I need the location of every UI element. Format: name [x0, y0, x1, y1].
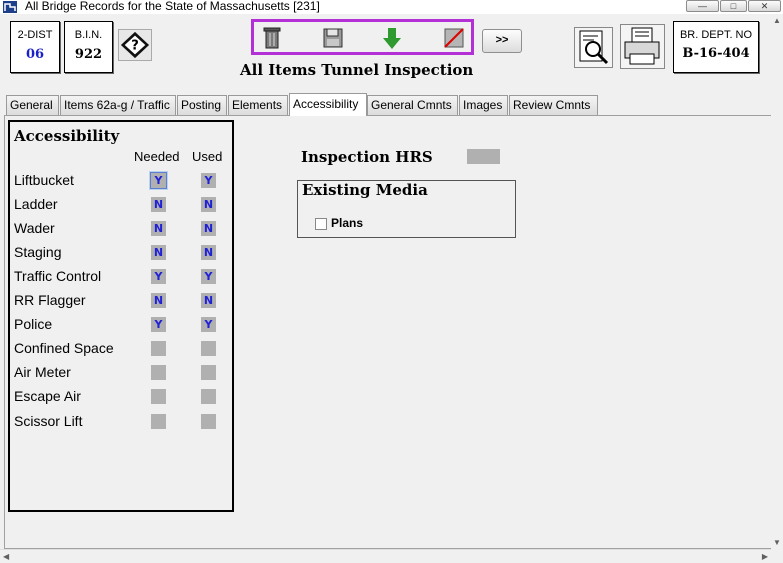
tab-posting[interactable]: Posting [177, 95, 227, 115]
horizontal-scrollbar[interactable]: ◀ ▶ [0, 549, 771, 563]
dept-no-value: B-16-404 [682, 46, 750, 61]
row-label-police: Police [14, 316, 53, 332]
needed-toggle-escape-air[interactable] [151, 389, 166, 404]
row-label-liftbucket: Liftbucket [14, 172, 74, 188]
used-toggle-staging[interactable]: N [201, 245, 216, 260]
needed-toggle-traffic-control[interactable]: Y [151, 269, 166, 284]
maximize-button[interactable]: □ [720, 0, 747, 12]
used-toggle-traffic-control[interactable]: Y [201, 269, 216, 284]
needed-toggle-air-meter[interactable] [151, 365, 166, 380]
plans-label: Plans [331, 216, 364, 230]
tab-elements[interactable]: Elements [228, 95, 288, 115]
row-label-wader: Wader [14, 220, 55, 236]
tab-items-62a-g-traffic[interactable]: Items 62a-g / Traffic [60, 95, 176, 115]
district-label: 2-DIST [17, 29, 53, 41]
used-toggle-liftbucket[interactable]: Y [201, 173, 216, 188]
record-toolbar [251, 19, 474, 55]
vertical-scrollbar[interactable]: ▲ ▼ [771, 14, 783, 549]
row-label-air-meter: Air Meter [14, 364, 71, 380]
download-icon[interactable] [381, 26, 403, 50]
scroll-right-icon[interactable]: ▶ [762, 552, 768, 561]
bin-box: B.I.N. 922 [64, 21, 113, 73]
row-label-confined-space: Confined Space [14, 340, 114, 356]
save-icon[interactable] [322, 26, 344, 50]
inspection-hrs-field[interactable] [467, 149, 500, 164]
minimize-button[interactable]: — [686, 0, 719, 12]
needed-column-header: Needed [134, 149, 180, 164]
tab-general-cmnts[interactable]: General Cmnts [367, 95, 458, 115]
needed-toggle-ladder[interactable]: N [151, 197, 166, 212]
needed-toggle-rr-flagger[interactable]: N [151, 293, 166, 308]
row-label-rr-flagger: RR Flagger [14, 292, 86, 308]
row-label-staging: Staging [14, 244, 62, 260]
dept-no-label: BR. DEPT. NO [679, 29, 753, 41]
form-title: All Items Tunnel Inspection [240, 61, 474, 79]
next-record-button[interactable]: >> [482, 29, 522, 53]
accessibility-title: Accessibility [14, 127, 120, 145]
scroll-down-icon[interactable]: ▼ [773, 538, 781, 547]
row-label-ladder: Ladder [14, 196, 58, 212]
district-box: 2-DIST 06 [10, 21, 60, 73]
used-toggle-ladder[interactable]: N [201, 197, 216, 212]
delete-icon[interactable] [261, 26, 283, 50]
app-icon [3, 1, 17, 13]
needed-toggle-liftbucket[interactable]: Y [150, 172, 167, 189]
print-preview-icon[interactable] [574, 27, 613, 68]
used-column-header: Used [192, 149, 223, 164]
used-toggle-wader[interactable]: N [201, 221, 216, 236]
tab-images[interactable]: Images [459, 95, 508, 115]
used-toggle-confined-space[interactable] [201, 341, 216, 356]
needed-toggle-wader[interactable]: N [151, 221, 166, 236]
svg-text:?: ? [131, 39, 139, 54]
bin-value: 922 [74, 47, 103, 62]
used-toggle-escape-air[interactable] [201, 389, 216, 404]
needed-toggle-police[interactable]: Y [151, 317, 166, 332]
plans-checkbox[interactable] [315, 218, 327, 230]
inspection-hrs-label: Inspection HRS [301, 148, 433, 166]
tab-review-cmnts[interactable]: Review Cmnts [509, 95, 598, 115]
existing-media-title: Existing Media [302, 181, 428, 199]
needed-toggle-scissor-lift[interactable] [151, 414, 166, 429]
dept-no-box: BR. DEPT. NO B-16-404 [673, 21, 759, 73]
used-toggle-air-meter[interactable] [201, 365, 216, 380]
district-value: 06 [25, 47, 45, 62]
needed-toggle-confined-space[interactable] [151, 341, 166, 356]
row-label-traffic-control: Traffic Control [14, 268, 102, 284]
print-icon[interactable] [620, 24, 665, 69]
used-toggle-scissor-lift[interactable] [201, 414, 216, 429]
needed-toggle-staging[interactable]: N [151, 245, 166, 260]
bin-label: B.I.N. [74, 29, 103, 41]
tab-accessibility[interactable]: Accessibility [289, 93, 367, 116]
row-label-scissor-lift: Scissor Lift [14, 413, 83, 429]
help-icon[interactable]: ? [118, 29, 152, 61]
scroll-up-icon[interactable]: ▲ [773, 16, 781, 25]
used-toggle-police[interactable]: Y [201, 317, 216, 332]
window-title: All Bridge Records for the State of Mass… [25, 0, 320, 13]
cancel-icon[interactable] [443, 26, 465, 50]
used-toggle-rr-flagger[interactable]: N [201, 293, 216, 308]
scroll-left-icon[interactable]: ◀ [3, 552, 9, 561]
close-button[interactable]: ✕ [748, 0, 781, 12]
tab-general[interactable]: General [6, 95, 59, 115]
row-label-escape-air: Escape Air [14, 388, 81, 404]
